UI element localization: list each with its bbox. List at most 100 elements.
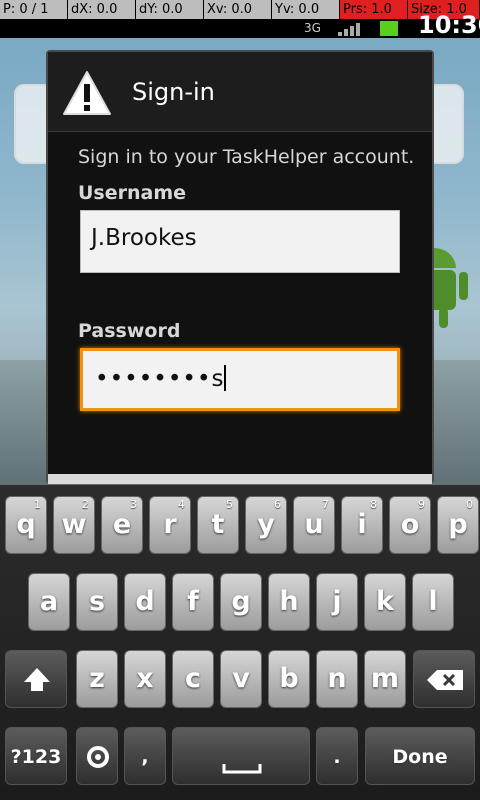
key-h-label: h: [279, 586, 299, 617]
key-w-hint: 2: [82, 498, 89, 511]
key-k[interactable]: k: [364, 573, 406, 631]
key-e-hint: 3: [130, 498, 137, 511]
key-m[interactable]: m: [364, 650, 406, 708]
password-field[interactable]: ••••••••s: [80, 348, 400, 411]
key-y[interactable]: y6: [245, 496, 287, 554]
key-i-hint: 8: [370, 498, 377, 511]
key-t-hint: 5: [226, 498, 233, 511]
pressure: Prs: 1.0: [340, 0, 408, 19]
dialog-title-bar: Sign-in: [48, 52, 432, 132]
dialog-title: Sign-in: [132, 78, 215, 106]
key-f-label: f: [187, 586, 199, 617]
username-value: J.Brookes: [91, 225, 197, 251]
key-t[interactable]: t5: [197, 496, 239, 554]
battery-icon: [380, 21, 398, 36]
key-s[interactable]: s: [76, 573, 118, 631]
signal-icon: [338, 23, 360, 36]
pointer-count: P: 0 / 1: [0, 0, 68, 19]
text-caret: [223, 365, 226, 391]
backspace-key[interactable]: [413, 650, 475, 708]
delta-x: dX: 0.0: [68, 0, 136, 19]
key-w-label: w: [61, 509, 87, 540]
gear-icon: [87, 746, 109, 768]
password-label: Password: [78, 320, 181, 342]
key-p-hint: 0: [466, 498, 473, 511]
done-key-label: Done: [392, 746, 448, 768]
key-g[interactable]: g: [220, 573, 262, 631]
shift-icon: [24, 668, 50, 691]
status-bar: 3G 10:30: [0, 11, 480, 39]
key-i-label: i: [357, 509, 367, 540]
dialog-button-bar: [48, 474, 432, 484]
key-a-label: a: [39, 586, 59, 617]
period-key[interactable]: .: [316, 727, 358, 785]
key-d-label: d: [135, 586, 155, 617]
key-y-label: y: [257, 509, 275, 540]
key-r-hint: 4: [178, 498, 185, 511]
key-n[interactable]: n: [316, 650, 358, 708]
key-r-label: r: [163, 509, 177, 540]
comma-key-label: ,: [141, 746, 149, 768]
key-b-label: b: [279, 663, 299, 694]
key-o[interactable]: o9: [389, 496, 431, 554]
key-w[interactable]: w2: [53, 496, 95, 554]
key-r[interactable]: r4: [149, 496, 191, 554]
key-p-label: p: [448, 509, 468, 540]
key-u-label: u: [304, 509, 324, 540]
key-z[interactable]: z: [76, 650, 118, 708]
key-k-label: k: [376, 586, 394, 617]
network-type: 3G: [304, 21, 321, 35]
key-u[interactable]: u7: [293, 496, 335, 554]
sign-in-dialog: Sign-in Sign in to your TaskHelper accou…: [46, 50, 434, 484]
key-x-label: x: [136, 663, 154, 694]
key-t-label: t: [211, 509, 225, 540]
done-key[interactable]: Done: [365, 727, 475, 785]
key-z-label: z: [89, 663, 105, 694]
key-e-label: e: [112, 509, 132, 540]
shift-key[interactable]: [5, 650, 67, 708]
key-o-label: o: [400, 509, 420, 540]
symbols-key-label: ?123: [10, 746, 62, 768]
key-l[interactable]: l: [412, 573, 454, 631]
period-key-label: .: [333, 746, 341, 768]
key-j[interactable]: j: [316, 573, 358, 631]
key-x[interactable]: x: [124, 650, 166, 708]
warning-icon: [63, 71, 111, 115]
key-u-hint: 7: [322, 498, 329, 511]
key-p[interactable]: p0: [437, 496, 479, 554]
key-q-label: q: [16, 509, 36, 540]
key-v[interactable]: v: [220, 650, 262, 708]
comma-key[interactable]: ,: [124, 727, 166, 785]
username-label: Username: [78, 182, 187, 204]
delta-y: dY: 0.0: [136, 0, 204, 19]
pointer-location-bar: P: 0 / 1 dX: 0.0 dY: 0.0 Xv: 0.0 Yv: 0.0…: [0, 0, 480, 19]
velocity-y: Yv: 0.0: [272, 0, 340, 19]
key-i[interactable]: i8: [341, 496, 383, 554]
key-s-label: s: [88, 586, 106, 617]
space-key[interactable]: [172, 727, 310, 785]
velocity-x: Xv: 0.0: [204, 0, 272, 19]
key-q[interactable]: q1: [5, 496, 47, 554]
key-d[interactable]: d: [124, 573, 166, 631]
password-last-char: s: [211, 366, 224, 392]
key-f[interactable]: f: [172, 573, 214, 631]
key-a[interactable]: a: [28, 573, 70, 631]
key-n-label: n: [327, 663, 347, 694]
clock: 10:30: [418, 11, 480, 39]
key-l-label: l: [428, 586, 438, 617]
dialog-message: Sign in to your TaskHelper account.: [78, 146, 415, 168]
space-icon: [222, 764, 262, 774]
username-field[interactable]: J.Brookes: [80, 210, 400, 273]
key-b[interactable]: b: [268, 650, 310, 708]
key-h[interactable]: h: [268, 573, 310, 631]
settings-key[interactable]: [76, 727, 118, 785]
backspace-icon: [427, 670, 463, 690]
key-y-hint: 6: [274, 498, 281, 511]
key-e[interactable]: e3: [101, 496, 143, 554]
key-j-label: j: [332, 586, 342, 617]
key-o-hint: 9: [418, 498, 425, 511]
key-g-label: g: [231, 586, 251, 617]
key-c[interactable]: c: [172, 650, 214, 708]
key-q-hint: 1: [34, 498, 41, 511]
symbols-key[interactable]: ?123: [5, 727, 67, 785]
